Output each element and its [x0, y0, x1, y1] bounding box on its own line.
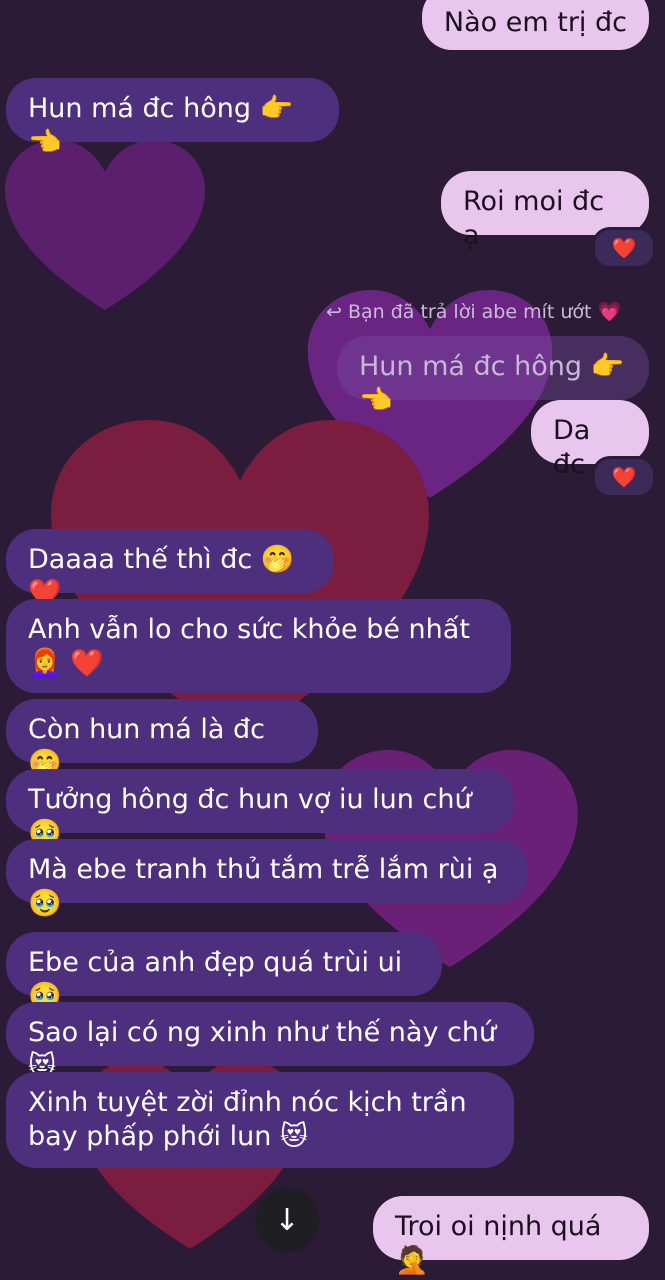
quoted-message[interactable]: Hun má đc hông 👉👈 — [337, 336, 649, 416]
heart-icon: ❤️ — [611, 465, 637, 489]
incoming-message[interactable]: Daaaa thế thì đc 🤭❤️ — [6, 529, 334, 609]
reply-arrow-icon: ↩ — [326, 301, 342, 323]
outgoing-message[interactable]: Da đc — [531, 400, 649, 480]
arrow-down-icon: ↓ — [274, 1202, 300, 1238]
incoming-message[interactable]: Mà ebe tranh thủ tắm trễ lắm rùi ạ 🥹 — [6, 839, 528, 919]
heart-icon: ❤️ — [611, 236, 637, 260]
scroll-to-bottom-button[interactable]: ↓ — [255, 1188, 319, 1252]
message-text: Anh vẫn lo cho sức khỏe bé nhất 👩‍🦰 ❤️ — [28, 614, 470, 679]
reply-note: ↩ Bạn đã trả lời abe mít ướt 💗 — [326, 300, 621, 323]
message-text: Da đc — [553, 415, 591, 480]
message-text: Xinh tuyệt zời đỉnh nóc kịch trần bay ph… — [28, 1087, 467, 1152]
outgoing-message[interactable]: Troi oi nịnh quá 🤦 — [373, 1196, 649, 1276]
incoming-message[interactable]: Sao lại có ng xinh như thế này chứ 😻 — [6, 1002, 534, 1082]
incoming-message[interactable]: Ebe của anh đẹp quá trùi ui 🥹 — [6, 932, 442, 1012]
incoming-message[interactable]: Anh vẫn lo cho sức khỏe bé nhất 👩‍🦰 ❤️ — [6, 599, 511, 693]
outgoing-message[interactable]: Nào em trị đc — [421, 0, 649, 50]
incoming-message[interactable]: Hun má đc hông 👉👈 — [6, 78, 339, 158]
outgoing-message[interactable]: Roi moi đc ạ — [441, 171, 649, 251]
message-text: Nào em trị đc — [443, 7, 627, 38]
incoming-message[interactable]: Còn hun má là đc 🤭 — [6, 699, 318, 779]
reply-note-text: Bạn đã trả lời abe mít ướt 💗 — [347, 301, 622, 323]
incoming-message[interactable]: Tưởng hông đc hun vợ iu lun chứ 🥹 — [6, 769, 514, 849]
reaction-heart-badge[interactable]: ❤️ — [592, 456, 656, 498]
heart-decoration-1 — [5, 140, 205, 310]
incoming-message[interactable]: Xinh tuyệt zời đỉnh nóc kịch trần bay ph… — [6, 1072, 514, 1168]
reaction-heart-badge[interactable]: ❤️ — [592, 227, 656, 269]
